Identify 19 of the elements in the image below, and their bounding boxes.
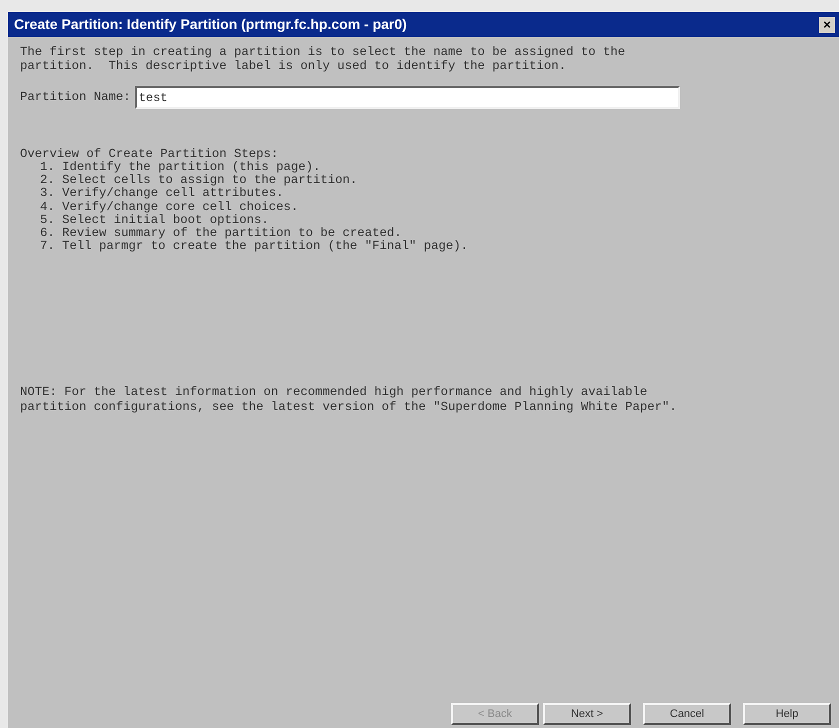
dialog-button[interactable]: Next > [543,703,631,725]
field-label: Partition Name: [20,89,131,106]
dialog-button[interactable]: Cancel [643,703,731,725]
instruction-text: partition. This descriptive label is only used to identify the partition. [20,59,568,73]
overview-heading: Overview of Create Partition Steps: [20,147,280,161]
dialog-button[interactable]: Help [743,703,831,725]
window-title: Create Partition: Identify Partition (prtmgr.fc.hp.com - par0) [14,15,408,34]
step-item: 4. Verify/change core cell choices. [40,200,300,214]
note-text: NOTE: For the latest information on recommended high performance and highly available [20,385,648,400]
step-item: 7. Tell parmgr to create the partition (the "Final" page). [40,240,470,254]
step-item: 3. Verify/change cell attributes. [40,187,285,201]
step-item: 1. Identify the partition (this page). [40,161,322,174]
step-item: 6. Review summary of the partition to be created. [40,227,402,240]
step-item: 5. Select initial boot options. [40,214,270,227]
instruction-text: The first step in creating a partition is to select the name to be assigned to the [20,45,626,59]
step-item: 2. Select cells to assign to the partition. [40,174,358,188]
note-text: partition configurations, see the latest version of the "Superdome Planning White Paper". [20,400,678,416]
partition-name-field[interactable]: test [134,86,680,109]
close-button[interactable]: × [819,16,835,32]
